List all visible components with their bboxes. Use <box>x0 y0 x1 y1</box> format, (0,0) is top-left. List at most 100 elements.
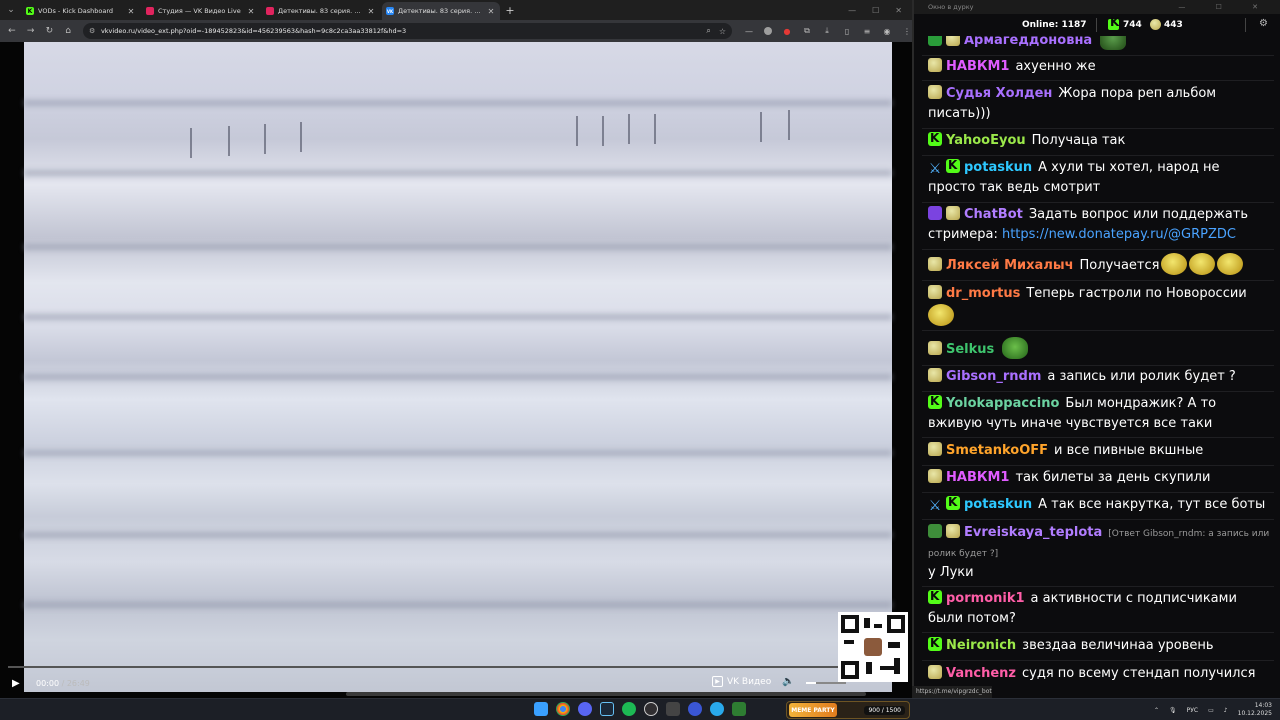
minimize-icon[interactable]: — <box>848 6 856 15</box>
smile-emote-icon <box>1189 253 1216 275</box>
chat-username[interactable]: potaskun <box>964 497 1032 512</box>
app-icon[interactable] <box>666 702 680 716</box>
chat-username[interactable]: Армагеддоновна <box>964 36 1092 48</box>
chat-text: Получаца так <box>1031 133 1126 148</box>
profile-dot-icon[interactable] <box>764 27 773 35</box>
windows-start-icon[interactable] <box>534 702 548 716</box>
chat-username[interactable]: Vanchenz <box>946 666 1016 681</box>
tab-title: Детективы. 83 серия. Мужско... <box>398 7 486 15</box>
tab-1[interactable]: Студия — VK Видео Live ✕ <box>142 2 260 20</box>
chevron-up-icon[interactable]: ⌃ <box>1154 707 1159 714</box>
meme-party-widget[interactable]: MEME PARTY 900 / 1500 <box>786 701 910 719</box>
tab-0[interactable]: K VODs - Kick Dashboard ✕ <box>22 2 140 20</box>
chat-username[interactable]: Судья Холден <box>946 86 1052 101</box>
chat-username[interactable]: dr_mortus <box>946 286 1020 301</box>
chat-username[interactable]: SmetankoOFF <box>946 443 1048 458</box>
tab-2[interactable]: Детективы. 83 серия. Мужско... ✕ <box>262 2 380 20</box>
chat-username[interactable]: ChatBot <box>964 207 1023 222</box>
browser-toolbar: ← → ↻ ⌂ ⚙ vkvideo.ru/video_ext.php?oid=-… <box>0 20 912 42</box>
close-tab-icon[interactable]: ✕ <box>246 7 256 16</box>
telegram-icon[interactable] <box>710 702 724 716</box>
stripe <box>24 450 892 456</box>
tick <box>654 114 656 144</box>
chat-username[interactable]: Evreiskaya_teplota <box>964 525 1102 540</box>
chat-messages[interactable]: Армагеддоновна НАВКМ1 ахуенно же Судья Хо… <box>914 36 1280 684</box>
close-tab-icon[interactable]: ✕ <box>366 7 376 16</box>
reload-icon[interactable]: ↻ <box>41 23 57 39</box>
face-badge-icon <box>946 206 960 220</box>
chat-username[interactable]: Ляксей Михалыч <box>946 258 1074 273</box>
smile-emote-icon <box>1217 253 1244 275</box>
bookmark-star-icon[interactable]: ☆ <box>719 27 726 36</box>
tick <box>228 126 230 156</box>
tab-search-icon[interactable]: ⌄ <box>0 0 22 20</box>
extension-icon[interactable]: — <box>744 26 754 36</box>
steam-icon[interactable] <box>600 702 614 716</box>
speaker-icon[interactable]: ♪ <box>1224 707 1228 714</box>
back-icon[interactable]: ← <box>4 23 20 39</box>
chat-username[interactable]: Yolokappaccino <box>946 396 1059 411</box>
settings-gear-icon[interactable]: ⚙ <box>1259 18 1268 29</box>
coin-count: 443 <box>1164 19 1183 30</box>
chat-username[interactable]: НАВКМ1 <box>946 59 1009 74</box>
language-indicator[interactable]: РУС <box>1187 707 1198 714</box>
divider <box>922 391 1274 392</box>
home-icon[interactable]: ⌂ <box>60 23 76 39</box>
site-info-icon[interactable]: ⚙ <box>89 27 97 35</box>
discord-icon[interactable] <box>578 702 592 716</box>
chat-message: pormonik1а активности с подписчиками был… <box>928 586 1270 629</box>
video-player[interactable]: ▶ 00:00 / 26:49 ▶ VK Видео 🔈 <box>0 42 912 698</box>
chat-text: Получается <box>1079 258 1160 273</box>
menu-icon[interactable]: ⋮ <box>902 26 912 36</box>
forward-icon[interactable]: → <box>23 23 39 39</box>
microphone-icon[interactable]: 🎙 <box>1169 707 1177 714</box>
donate-link[interactable]: https://new.donatepay.ru/@GRPZDC <box>1002 227 1236 242</box>
close-tab-icon[interactable]: ✕ <box>486 7 496 16</box>
download-icon[interactable]: ⤓ <box>822 26 832 36</box>
chat-username[interactable]: НАВКМ1 <box>946 470 1009 485</box>
divider <box>922 249 1274 250</box>
chrome-icon[interactable] <box>556 702 570 716</box>
clock-date: 10.12.2025 <box>1237 710 1272 717</box>
stripe <box>24 244 892 250</box>
stripe <box>24 374 892 380</box>
volume-icon[interactable]: 🔈 <box>782 676 794 687</box>
new-tab-icon[interactable]: + <box>502 2 518 20</box>
sidebar-icon[interactable]: ▯ <box>842 26 852 36</box>
address-bar[interactable]: ⚙ vkvideo.ru/video_ext.php?oid=-18945282… <box>82 23 733 39</box>
spotify-icon[interactable] <box>622 702 636 716</box>
tab-3-active[interactable]: VK Детективы. 83 серия. Мужско... ✕ <box>382 2 500 20</box>
network-icon[interactable]: ▭ <box>1208 707 1214 714</box>
chat-username[interactable]: YahooEyou <box>946 133 1026 148</box>
divider <box>922 365 1274 366</box>
chat-message: Армагеддоновна <box>928 36 1270 51</box>
profile-icon[interactable]: ◉ <box>882 26 892 36</box>
coin-viewers: 443 <box>1150 19 1183 30</box>
horizontal-scrollbar[interactable] <box>346 692 866 696</box>
chat-username[interactable]: pormonik1 <box>946 591 1025 606</box>
chat-username[interactable]: Gibson_rndm <box>946 369 1041 384</box>
media-player-icon[interactable] <box>688 702 702 716</box>
chat-text: А так все накрутка, тут все боты <box>1038 497 1266 512</box>
video-progress-bar[interactable] <box>8 666 904 668</box>
chat-username[interactable]: Neironich <box>946 638 1016 653</box>
face-badge-icon <box>928 368 942 382</box>
chat-username[interactable]: Selkus <box>946 342 994 357</box>
obs-icon[interactable] <box>644 702 658 716</box>
tab-list-icon[interactable]: ≡ <box>862 26 872 36</box>
vk-video-brand[interactable]: ▶ VK Видео <box>712 676 771 687</box>
close-tab-icon[interactable]: ✕ <box>126 7 136 16</box>
search-icon[interactable]: ⌕ <box>706 26 710 36</box>
extensions-puzzle-icon[interactable]: ⧉ <box>802 26 812 36</box>
window-controls[interactable]: — ☐ ✕ <box>1178 3 1272 11</box>
chat-username[interactable]: potaskun <box>964 160 1032 175</box>
close-window-icon[interactable]: ✕ <box>895 6 902 15</box>
extension-red-icon[interactable]: ● <box>782 26 792 36</box>
volume-slider[interactable] <box>806 682 846 684</box>
maximize-icon[interactable]: ☐ <box>872 6 879 15</box>
app-icon[interactable] <box>732 702 746 716</box>
video-controls: ▶ 00:00 / 26:49 ▶ VK Видео 🔈 <box>0 672 912 694</box>
clock[interactable]: 14:03 10.12.2025 <box>1238 702 1272 718</box>
play-icon[interactable]: ▶ <box>12 678 22 689</box>
chat-message: dr_mortus Теперь гастроли по Новороссии <box>928 284 1270 327</box>
